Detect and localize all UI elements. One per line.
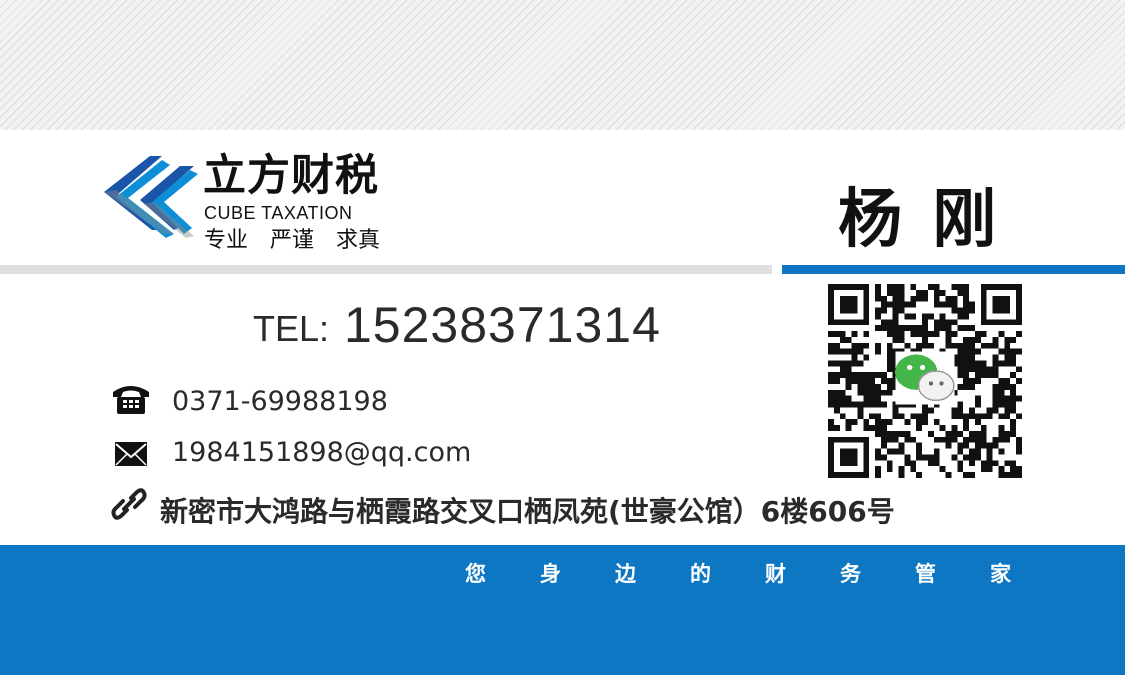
brand-name-en: CUBE TAXATION — [204, 203, 353, 223]
slogan-char: 务 — [840, 562, 861, 586]
divider-gray — [0, 265, 772, 274]
brand-tagline: 专业 严谨 求真 — [204, 228, 380, 253]
divider-blue — [782, 265, 1125, 274]
slogan-char: 边 — [615, 562, 636, 586]
slogan-char: 家 — [990, 562, 1011, 586]
email-address[interactable]: 1984151898@qq.com — [172, 437, 471, 468]
qr-code[interactable] — [828, 284, 1022, 478]
wechat-icon — [895, 351, 955, 405]
slogan-char: 财 — [765, 562, 786, 586]
footer-slogan: 您 身 边 的 财 务 管 家 — [465, 558, 1065, 588]
telephone-icon — [113, 386, 149, 414]
tel-label: TEL: — [253, 308, 330, 349]
person-name: 杨 刚 — [838, 182, 1001, 257]
tel-number[interactable]: 15238371314 — [344, 296, 661, 354]
address-text: 新密市大鸿路与栖霞路交叉口栖凤苑(世豪公馆）6楼606号 — [160, 495, 895, 528]
slogan-char: 您 — [465, 562, 486, 586]
top-stripe-band — [0, 0, 1125, 130]
slogan-char: 的 — [690, 562, 711, 586]
slogan-char: 身 — [540, 562, 561, 586]
brand-name-cn: 立方财税 — [203, 151, 379, 201]
landline-number[interactable]: 0371-69988198 — [172, 386, 388, 417]
envelope-icon — [115, 442, 147, 466]
slogan-char: 管 — [915, 562, 936, 586]
link-icon — [111, 488, 147, 520]
